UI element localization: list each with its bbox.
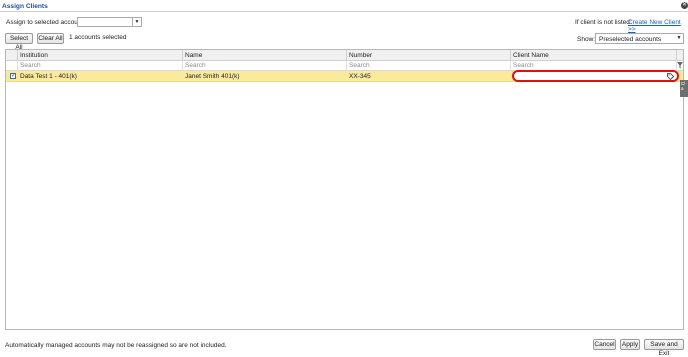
cell-number: XX-345: [349, 73, 371, 80]
selected-count-label: 1 accounts selected: [69, 34, 127, 41]
accounts-grid: Institution Name Number Client Name Sear…: [5, 49, 684, 330]
header-name[interactable]: Name: [183, 50, 347, 61]
number-search-input[interactable]: Search: [347, 61, 511, 71]
cell-name: Janet Smith 401(k): [185, 73, 240, 80]
header-institution[interactable]: Institution: [18, 50, 183, 61]
footer-note: Automatically managed accounts may not b…: [5, 342, 227, 349]
grid-header: Institution Name Number Client Name: [6, 50, 683, 61]
institution-search-input[interactable]: Search: [18, 61, 183, 71]
apply-button[interactable]: Apply: [620, 339, 640, 350]
show-filter-value: Preselected accounts: [599, 36, 662, 43]
dialog-title: Assign Clients: [2, 3, 48, 10]
show-label: Show:: [577, 36, 596, 43]
client-not-listed-label: If client is not listed:: [575, 19, 632, 26]
client-name-input[interactable]: [512, 70, 679, 82]
show-filter-select[interactable]: Preselected accounts ▼: [595, 33, 684, 44]
header-select-column: [6, 50, 18, 61]
assign-client-select[interactable]: ▼: [77, 17, 142, 27]
header-number[interactable]: Number: [347, 50, 511, 61]
filter-icon[interactable]: [677, 62, 683, 69]
save-and-exit-button[interactable]: Save and Exit: [644, 339, 684, 357]
chevron-down-icon: ▼: [676, 35, 682, 41]
close-icon[interactable]: ✕: [681, 2, 688, 9]
select-all-button[interactable]: Select All: [5, 33, 33, 51]
cancel-button[interactable]: Cancel: [593, 339, 616, 350]
checkmark-icon: ✓: [11, 73, 17, 79]
chevron-down-icon: ▼: [132, 18, 141, 26]
assign-label: Assign to selected accounts: [6, 19, 87, 26]
tag-icon[interactable]: [667, 73, 674, 80]
cell-institution: Data Test 1 - 401(k): [20, 73, 77, 80]
header-client-name[interactable]: Client Name: [511, 50, 677, 61]
side-tooltip: Cl a: [680, 80, 688, 97]
name-search-input[interactable]: Search: [183, 61, 347, 71]
search-spacer: [6, 61, 18, 71]
clear-all-button[interactable]: Clear All: [37, 33, 64, 44]
create-new-client-link[interactable]: Create New Client >>: [628, 19, 688, 33]
row-checkbox[interactable]: ✓: [10, 73, 16, 79]
dialog-titlebar: Assign Clients ✕: [0, 0, 688, 12]
